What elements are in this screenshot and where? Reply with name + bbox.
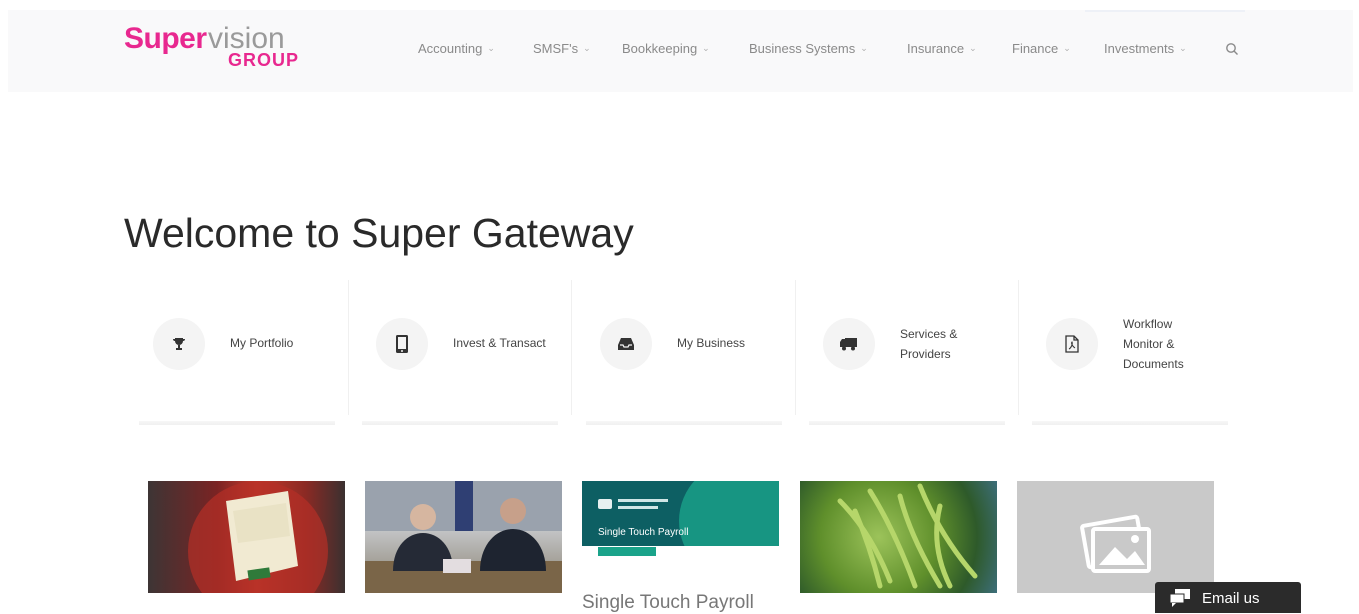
stp-tag — [598, 547, 656, 556]
inbox-icon — [618, 338, 634, 350]
logo-text-super: Super — [124, 22, 207, 55]
chevron-down-icon: ⌄ — [1179, 43, 1187, 53]
meeting-photo-image — [365, 481, 562, 593]
tile-shadow — [586, 421, 782, 425]
tile-invest-transact[interactable]: Invest & Transact — [360, 280, 572, 425]
tile-label-line: Providers — [900, 347, 951, 361]
tile-shadow — [139, 421, 335, 425]
tile-label: Workflow Monitor & Documents — [1123, 314, 1223, 374]
stp-agency-text-line — [618, 506, 658, 509]
search-icon[interactable] — [1225, 42, 1239, 56]
tile-label-line: Documents — [1123, 357, 1184, 371]
nav-label: Business Systems — [749, 41, 856, 56]
tile-my-business[interactable]: My Business — [584, 280, 796, 425]
stp-card-body — [582, 546, 779, 593]
tile-divider — [795, 280, 796, 415]
tile-divider — [1018, 280, 1019, 415]
stp-banner: Single Touch Payroll — [582, 481, 779, 581]
tile-shadow — [1032, 421, 1228, 425]
chevron-down-icon: ⌄ — [702, 43, 710, 53]
tile-divider — [348, 280, 349, 415]
card-caption[interactable]: Single Touch Payroll — [582, 592, 754, 614]
government-crest-icon — [598, 499, 612, 509]
tablet-icon — [396, 335, 408, 353]
tile-label-line: Services & — [900, 327, 958, 341]
tile-label-line: Monitor & — [1123, 337, 1175, 351]
nav-label: Investments — [1104, 41, 1175, 56]
chat-icon — [1169, 589, 1190, 607]
tile-icon-circle — [823, 318, 875, 370]
tile-label: Invest & Transact — [453, 336, 546, 350]
chevron-down-icon: ⌄ — [1063, 43, 1071, 53]
nav-item-business-systems[interactable]: Business Systems ⌄ — [749, 41, 868, 56]
stp-agency-text-line — [618, 499, 668, 502]
card-meeting-image[interactable] — [365, 481, 562, 593]
truck-icon — [840, 338, 857, 351]
trophy-icon — [173, 338, 185, 350]
green-beans-image — [837, 483, 978, 589]
card-green-beans-image[interactable] — [800, 481, 997, 593]
card-ketchup-image[interactable] — [148, 481, 345, 593]
tile-services-providers[interactable]: Services & Providers — [807, 280, 1019, 425]
chevron-down-icon: ⌄ — [969, 43, 977, 53]
page-title: Welcome to Super Gateway — [124, 210, 634, 256]
tile-workflow-monitor-documents[interactable]: Workflow Monitor & Documents — [1030, 280, 1230, 425]
tile-label: Services & Providers — [900, 324, 1000, 364]
nav-item-smsfs[interactable]: SMSF's ⌄ — [533, 41, 591, 56]
card-placeholder-image[interactable] — [1017, 481, 1214, 593]
tile-icon-circle — [600, 318, 652, 370]
nav-item-bookkeeping[interactable]: Bookkeeping ⌄ — [622, 41, 710, 56]
nav-label: Insurance — [907, 41, 965, 56]
logo-text-group: GROUP — [228, 50, 300, 70]
ketchup-bottle-image — [188, 481, 328, 593]
nav-item-insurance[interactable]: Insurance ⌄ — [907, 41, 977, 56]
tile-my-portfolio[interactable]: My Portfolio — [137, 280, 349, 425]
tile-shadow — [362, 421, 558, 425]
header-accent-line — [1085, 10, 1245, 12]
email-us-label: Email us — [1202, 590, 1260, 607]
nav-item-accounting[interactable]: Accounting ⌄ — [418, 41, 495, 56]
pdf-file-icon — [1065, 335, 1079, 353]
tile-label-line: Workflow — [1123, 317, 1173, 331]
nav-item-investments[interactable]: Investments ⌄ — [1104, 41, 1187, 56]
stp-heading: Single Touch Payroll — [598, 527, 689, 538]
nav-label: Accounting — [418, 41, 483, 56]
email-us-button[interactable]: Email us — [1155, 582, 1301, 613]
nav-label: Bookkeeping — [622, 41, 698, 56]
card-single-touch-payroll[interactable]: Single Touch Payroll — [582, 481, 779, 593]
tile-shadow — [809, 421, 1005, 425]
tile-label: My Business — [677, 336, 746, 350]
tile-icon-circle — [1046, 318, 1098, 370]
nav-label: SMSF's — [533, 41, 579, 56]
tile-label: My Portfolio — [230, 336, 294, 350]
tile-icon-circle — [153, 318, 205, 370]
nav-label: Finance — [1012, 41, 1059, 56]
image-icon — [1080, 514, 1151, 573]
nav-item-finance[interactable]: Finance ⌄ — [1012, 41, 1071, 56]
tile-divider — [571, 280, 572, 415]
chevron-down-icon: ⌄ — [487, 43, 495, 53]
chevron-down-icon: ⌄ — [860, 43, 868, 53]
tile-icon-circle — [376, 318, 428, 370]
chevron-down-icon: ⌄ — [583, 43, 591, 53]
